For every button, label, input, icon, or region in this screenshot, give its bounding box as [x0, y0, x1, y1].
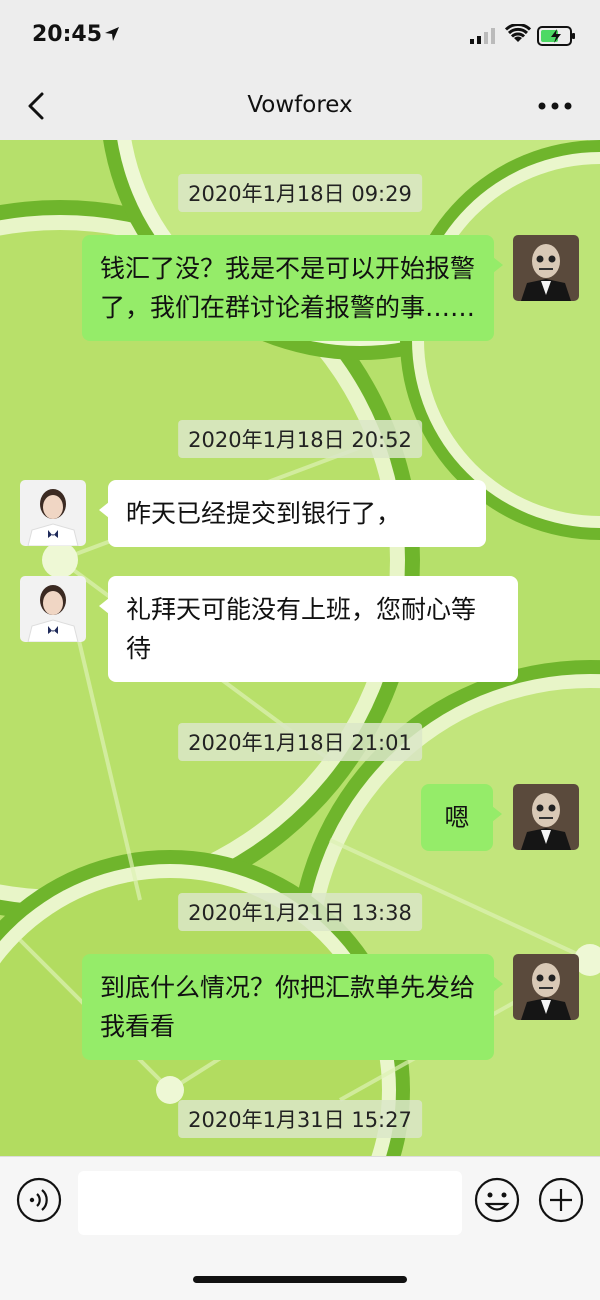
message-bubble-incoming[interactable]: 昨天已经提交到银行了， — [99, 480, 486, 547]
avatar[interactable] — [20, 576, 86, 642]
signal-icon — [470, 28, 495, 44]
status-bar: 20:45 — [0, 0, 600, 72]
timestamp: 2020年1月18日 20:52 — [178, 420, 422, 458]
agent-avatar-image — [20, 480, 86, 546]
emoji-icon[interactable] — [474, 1177, 520, 1223]
message-bubble-outgoing[interactable]: 钱汇了没？我是不是可以开始报警了，我们在群讨论着报警的事…… — [82, 235, 503, 341]
avatar[interactable] — [20, 480, 86, 546]
avatar[interactable] — [513, 954, 579, 1020]
plus-icon[interactable] — [538, 1177, 584, 1223]
avatar[interactable] — [513, 784, 579, 850]
location-arrow-icon — [105, 27, 119, 41]
timestamp: 2020年1月21日 13:38 — [178, 893, 422, 931]
user-avatar-image — [513, 954, 579, 1020]
timestamp: 2020年1月18日 21:01 — [178, 723, 422, 761]
more-dots-icon[interactable] — [532, 88, 578, 124]
timestamp: 2020年1月18日 09:29 — [178, 174, 422, 212]
agent-avatar-image — [20, 576, 86, 642]
user-avatar-image — [513, 784, 579, 850]
message-bubble-outgoing[interactable]: 到底什么情况？你把汇款单先发给我看看 — [82, 954, 503, 1060]
message-input[interactable] — [78, 1171, 462, 1235]
avatar[interactable] — [513, 235, 579, 301]
chat-area[interactable]: 2020年1月18日 09:29 钱汇了没？我是不是可以开始报警了，我们在群讨论… — [0, 140, 600, 1156]
home-indicator — [193, 1276, 407, 1283]
chat-title: Vowforex — [247, 92, 353, 118]
message-bubble-incoming[interactable]: 礼拜天可能没有上班，您耐心等待 — [99, 576, 518, 682]
timestamp: 2020年1月31日 15:27 — [178, 1100, 422, 1138]
message-bubble-outgoing[interactable]: 嗯 — [421, 784, 502, 851]
nav-bar: Vowforex — [0, 72, 600, 140]
battery-charging-icon — [537, 26, 575, 46]
wifi-icon — [505, 24, 531, 42]
status-time: 20:45 — [32, 22, 103, 47]
voice-icon[interactable] — [16, 1177, 62, 1223]
user-avatar-image — [513, 235, 579, 301]
